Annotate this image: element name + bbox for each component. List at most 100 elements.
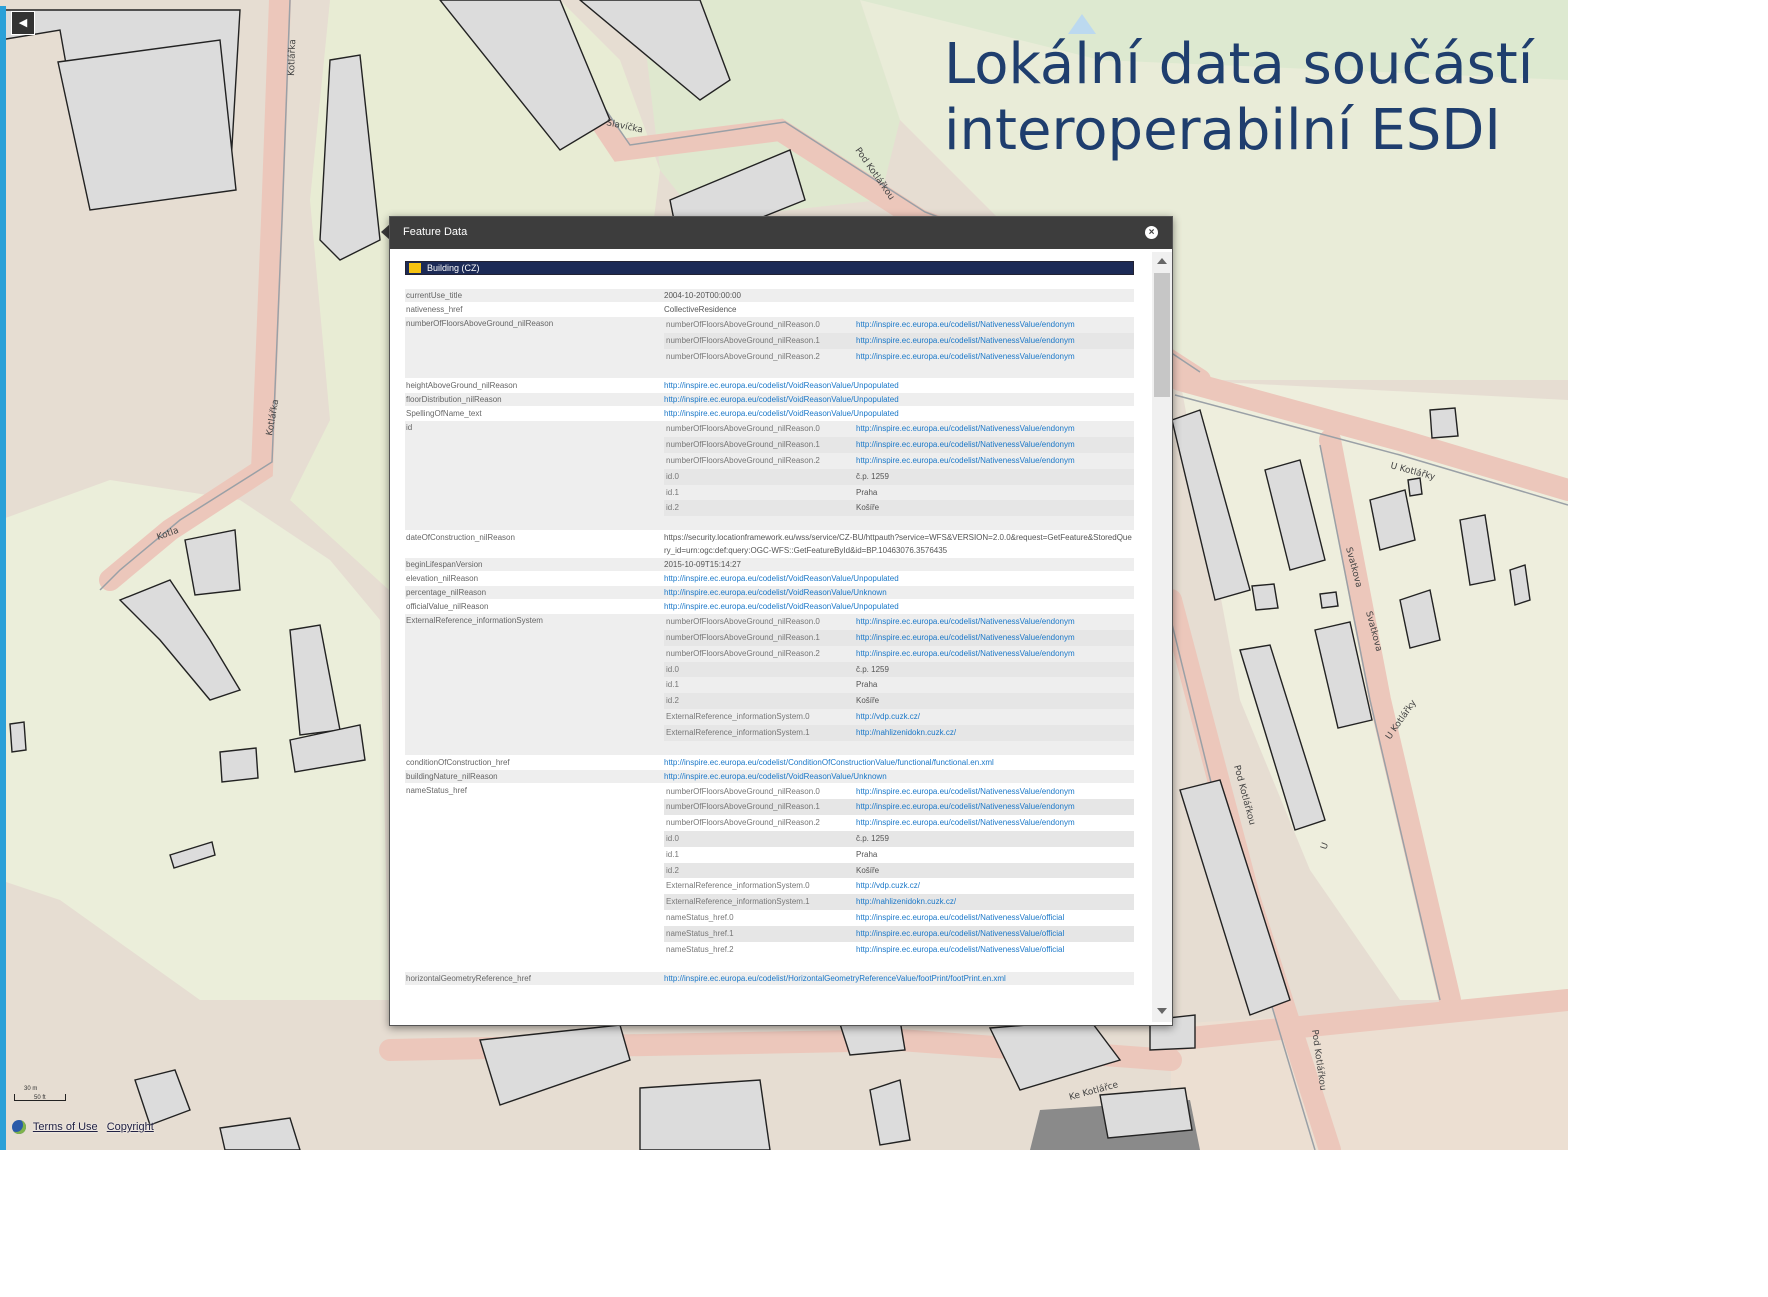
attribute-value: CollectiveResidence [664, 305, 737, 314]
attribute-value: http://inspire.ec.europa.eu/codelist/Voi… [664, 393, 1134, 406]
layer-name: Building (CZ) [427, 263, 480, 273]
attribute-link[interactable]: http://inspire.ec.europa.eu/codelist/Nat… [856, 649, 1075, 658]
nested-attribute-key: numberOfFloorsAboveGround_nilReason.0 [666, 424, 820, 434]
copyright-link[interactable]: Copyright [107, 1121, 154, 1133]
attribute-link[interactable]: http://nahlizenidokn.cuzk.cz/ [856, 897, 956, 906]
popup-scrollbar[interactable] [1152, 252, 1172, 1022]
attribute-link[interactable]: http://inspire.ec.europa.eu/codelist/Nat… [856, 787, 1075, 796]
nested-attribute-key: numberOfFloorsAboveGround_nilReason.1 [666, 335, 820, 345]
attribute-link[interactable]: http://vdp.cuzk.cz/ [856, 712, 920, 721]
nested-attribute-key: numberOfFloorsAboveGround_nilReason.0 [666, 320, 820, 329]
nested-attribute-value: http://inspire.ec.europa.eu/codelist/Nat… [856, 421, 1134, 437]
popup-title: Feature Data [403, 226, 468, 238]
attribute-link[interactable]: http://inspire.ec.europa.eu/codelist/Nat… [856, 617, 1075, 626]
attribute-row: SpellingOfName_text http://inspire.ec.eur… [405, 407, 1134, 422]
attribute-key: SpellingOfName_text [406, 409, 482, 419]
globe-icon [12, 1120, 26, 1134]
nested-attribute-key: id.0 [666, 833, 679, 843]
attribute-key: heightAboveGround_nilReason [406, 381, 518, 391]
attribute-link[interactable]: http://inspire.ec.europa.eu/codelist/Voi… [664, 574, 899, 583]
nested-attribute-value: Košíře [856, 503, 880, 513]
scroll-up-icon[interactable] [1157, 258, 1167, 264]
attribute-row: buildingNature_nilReason http://inspire.e… [405, 769, 1134, 784]
attribute-link[interactable]: http://vdp.cuzk.cz/ [856, 881, 920, 890]
nested-attribute-row: ExternalReference_informationSystem.1 htt… [664, 724, 1134, 741]
nested-attribute-key: numberOfFloorsAboveGround_nilReason.2 [666, 455, 820, 465]
attribute-value: 2004-10-20T00:00:00 [664, 291, 741, 300]
attribute-key: numberOfFloorsAboveGround_nilReason [406, 319, 554, 328]
attribute-link[interactable]: http://inspire.ec.europa.eu/codelist/Nat… [856, 320, 1075, 329]
left-panel-strip [0, 6, 6, 1150]
attribute-link[interactable]: http://inspire.ec.europa.eu/codelist/Nat… [856, 633, 1075, 642]
collapse-panel-button[interactable]: ◀ [11, 11, 35, 35]
attribute-link[interactable]: http://inspire.ec.europa.eu/codelist/Nat… [856, 424, 1075, 433]
attribute-row: elevation_nilReason http://inspire.ec.eur… [405, 572, 1134, 587]
attribute-link[interactable]: http://inspire.ec.europa.eu/codelist/Nat… [856, 456, 1075, 465]
attribute-link[interactable]: http://nahlizenidokn.cuzk.cz/ [856, 728, 956, 737]
scroll-thumb[interactable] [1154, 273, 1170, 397]
attribute-link[interactable]: http://inspire.ec.europa.eu/codelist/Nat… [856, 802, 1075, 811]
attribute-row: numberOfFloorsAboveGround_nilReasonnumbe… [405, 317, 1134, 380]
attribute-link[interactable]: http://inspire.ec.europa.eu/codelist/Voi… [664, 602, 899, 611]
scroll-down-icon[interactable] [1157, 1008, 1167, 1014]
attribute-value: http://inspire.ec.europa.eu/codelist/Voi… [664, 586, 1134, 599]
nested-attribute-value: http://inspire.ec.europa.eu/codelist/Nat… [856, 630, 1134, 646]
feature-data-popup: Feature Data × Building (CZ) currentUse_… [389, 216, 1173, 1026]
attribute-row: id numberOfFloorsAboveGround_nilReason.0 h… [405, 421, 1134, 532]
nested-attribute-row: ExternalReference_informationSystem.0 htt… [664, 878, 1134, 894]
nested-attribute-value: Praha [856, 849, 878, 859]
slide-title-line: Lokální data součástí [944, 32, 1534, 97]
nested-attribute-list: numberOfFloorsAboveGround_nilReason.0htt… [664, 317, 1134, 378]
map-attribution: Terms of Use Copyright [12, 1120, 160, 1134]
attribute-link[interactable]: http://inspire.ec.europa.eu/codelist/Nat… [856, 945, 1064, 954]
attribute-link[interactable]: http://inspire.ec.europa.eu/codelist/Con… [664, 758, 994, 767]
nested-attribute-key: numberOfFloorsAboveGround_nilReason.2 [666, 818, 820, 828]
nested-attribute-row: id.1 Praha [664, 847, 1134, 863]
nested-attribute-row: id.1 Praha [664, 677, 1134, 693]
nested-attribute-key: numberOfFloorsAboveGround_nilReason.0 [666, 786, 820, 796]
nested-attribute-row: ExternalReference_informationSystem.1 htt… [664, 894, 1134, 910]
attribute-link[interactable]: http://inspire.ec.europa.eu/codelist/Voi… [664, 395, 899, 404]
map-viewer[interactable]: Kotlářka Kotlářka Kotla Slavíčka Pod Kot… [0, 0, 1568, 1150]
attribute-link[interactable]: http://inspire.ec.europa.eu/codelist/Nat… [856, 352, 1075, 361]
nested-attribute-key: numberOfFloorsAboveGround_nilReason.2 [666, 351, 820, 361]
nested-attribute-value: http://inspire.ec.europa.eu/codelist/Nat… [856, 646, 1134, 662]
chevron-left-icon: ◀ [18, 17, 28, 29]
nested-attribute-key: id.1 [666, 680, 679, 690]
nested-spacer [664, 516, 1134, 530]
attribute-link[interactable]: http://inspire.ec.europa.eu/codelist/Nat… [856, 913, 1064, 922]
attribute-link[interactable]: http://inspire.ec.europa.eu/codelist/Voi… [664, 772, 887, 781]
nested-attribute-row: numberOfFloorsAboveGround_nilReason.2 htt… [664, 646, 1134, 662]
nested-attribute-row: nameStatus_href.0 http://inspire.ec.europ… [664, 910, 1134, 926]
nested-attribute-key: nameStatus_href.2 [666, 944, 734, 954]
attribute-link[interactable]: http://inspire.ec.europa.eu/codelist/Nat… [856, 818, 1075, 827]
nested-attribute-row: id.0 č.p. 1259 [664, 661, 1134, 678]
nested-attribute-key: id.0 [666, 664, 679, 674]
nested-attribute-key: numberOfFloorsAboveGround_nilReason.1 [666, 440, 820, 450]
attribute-value: http://inspire.ec.europa.eu/codelist/Voi… [664, 407, 1134, 420]
nested-attribute-value: č.p. 1259 [856, 833, 889, 843]
layer-header: Building (CZ) [405, 261, 1134, 275]
attribute-value: https://security.locationframework.eu/ws… [664, 533, 1132, 556]
attribute-link[interactable]: http://inspire.ec.europa.eu/codelist/Nat… [856, 336, 1075, 345]
attribute-key: nameStatus_href [406, 785, 467, 795]
nested-attribute-row: id.2 Košíře [664, 500, 1134, 517]
attribute-link[interactable]: http://inspire.ec.europa.eu/codelist/Voi… [664, 588, 887, 597]
attribute-key: ExternalReference_informationSystem [406, 616, 543, 626]
nested-attribute-row: nameStatus_href.1 http://inspire.ec.europ… [664, 925, 1134, 942]
nested-attribute-value: http://inspire.ec.europa.eu/codelist/Nat… [856, 349, 1134, 365]
attribute-link[interactable]: http://inspire.ec.europa.eu/codelist/Hor… [664, 974, 1006, 983]
nested-attribute-key: nameStatus_href.0 [666, 912, 734, 922]
feature-content[interactable]: Building (CZ) currentUse_title 2004-10-20… [405, 261, 1134, 1021]
attribute-key: elevation_nilReason [406, 574, 479, 584]
nested-attribute-key: id.0 [666, 471, 679, 481]
attribute-link[interactable]: http://inspire.ec.europa.eu/codelist/Voi… [664, 409, 899, 418]
attribute-link[interactable]: http://inspire.ec.europa.eu/codelist/Nat… [856, 440, 1075, 449]
close-icon[interactable]: × [1145, 226, 1158, 239]
popup-header: Feature Data × [390, 217, 1172, 249]
nested-attribute-value: Košíře [856, 696, 880, 706]
nested-attribute-row: id.0 č.p. 1259 [664, 830, 1134, 847]
attribute-link[interactable]: http://inspire.ec.europa.eu/codelist/Voi… [664, 381, 899, 390]
attribute-link[interactable]: http://inspire.ec.europa.eu/codelist/Nat… [856, 929, 1064, 938]
terms-of-use-link[interactable]: Terms of Use [33, 1121, 98, 1133]
